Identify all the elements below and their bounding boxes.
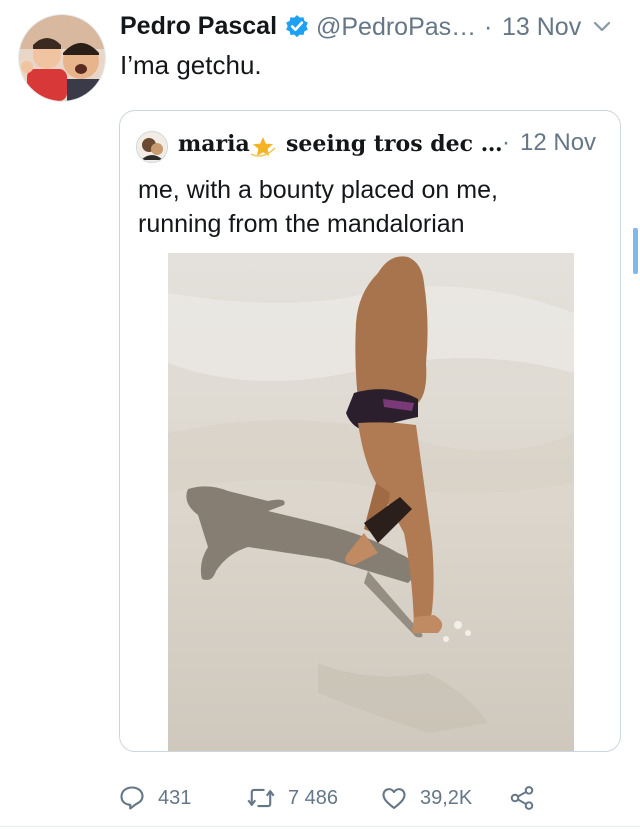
share-button[interactable] xyxy=(508,778,540,818)
tweet-actions: 431 7 486 39,2K xyxy=(0,778,640,818)
separator-dot: · xyxy=(484,13,493,41)
avatar-image xyxy=(19,15,105,101)
quote-avatar-image xyxy=(137,132,167,162)
beach-video-frame xyxy=(168,253,574,751)
tweet[interactable]: Pedro Pascal @PedroPas… · 13 Nov I’ma ge… xyxy=(0,0,640,829)
quote-text-line-2: running from the mandalorian xyxy=(138,210,465,238)
quote-display-name-suffix[interactable]: seeing tros dec … xyxy=(286,131,503,157)
quote-display-name[interactable]: maria xyxy=(178,131,250,157)
handle[interactable]: @PedroPas… xyxy=(316,13,476,42)
quote-date[interactable]: 12 Nov xyxy=(520,129,596,157)
quote-avatar[interactable] xyxy=(136,131,168,163)
display-name[interactable]: Pedro Pascal xyxy=(120,12,277,41)
quote-text: me, with a bounty placed on me, running … xyxy=(138,173,608,241)
quote-separator-dot: · xyxy=(502,129,510,156)
reply-icon xyxy=(120,786,144,810)
tweet-date[interactable]: 13 Nov xyxy=(502,13,581,42)
scrollbar[interactable] xyxy=(633,228,638,274)
quoted-tweet[interactable]: maria seeing tros dec … · 12 Nov me, wit… xyxy=(119,110,621,752)
tweet-header: Pedro Pascal @PedroPas… · 13 Nov xyxy=(120,10,630,44)
avatar[interactable] xyxy=(18,14,106,102)
chevron-down-icon[interactable] xyxy=(592,20,612,34)
verified-badge-icon xyxy=(286,15,308,38)
reply-count: 431 xyxy=(158,787,192,809)
retweet-count: 7 486 xyxy=(288,787,339,809)
retweet-icon xyxy=(247,788,275,808)
video-thumbnail[interactable] xyxy=(168,253,574,751)
star-icon xyxy=(250,137,276,157)
like-count: 39,2K xyxy=(420,787,473,809)
reply-button[interactable]: 431 xyxy=(118,778,208,818)
retweet-button[interactable]: 7 486 xyxy=(246,778,356,818)
heart-icon xyxy=(382,788,406,809)
divider xyxy=(0,826,640,827)
share-icon xyxy=(510,786,534,810)
like-button[interactable]: 39,2K xyxy=(380,778,490,818)
tweet-text: I’ma getchu. xyxy=(120,50,262,80)
quote-text-line-1: me, with a bounty placed on me, xyxy=(138,176,498,204)
